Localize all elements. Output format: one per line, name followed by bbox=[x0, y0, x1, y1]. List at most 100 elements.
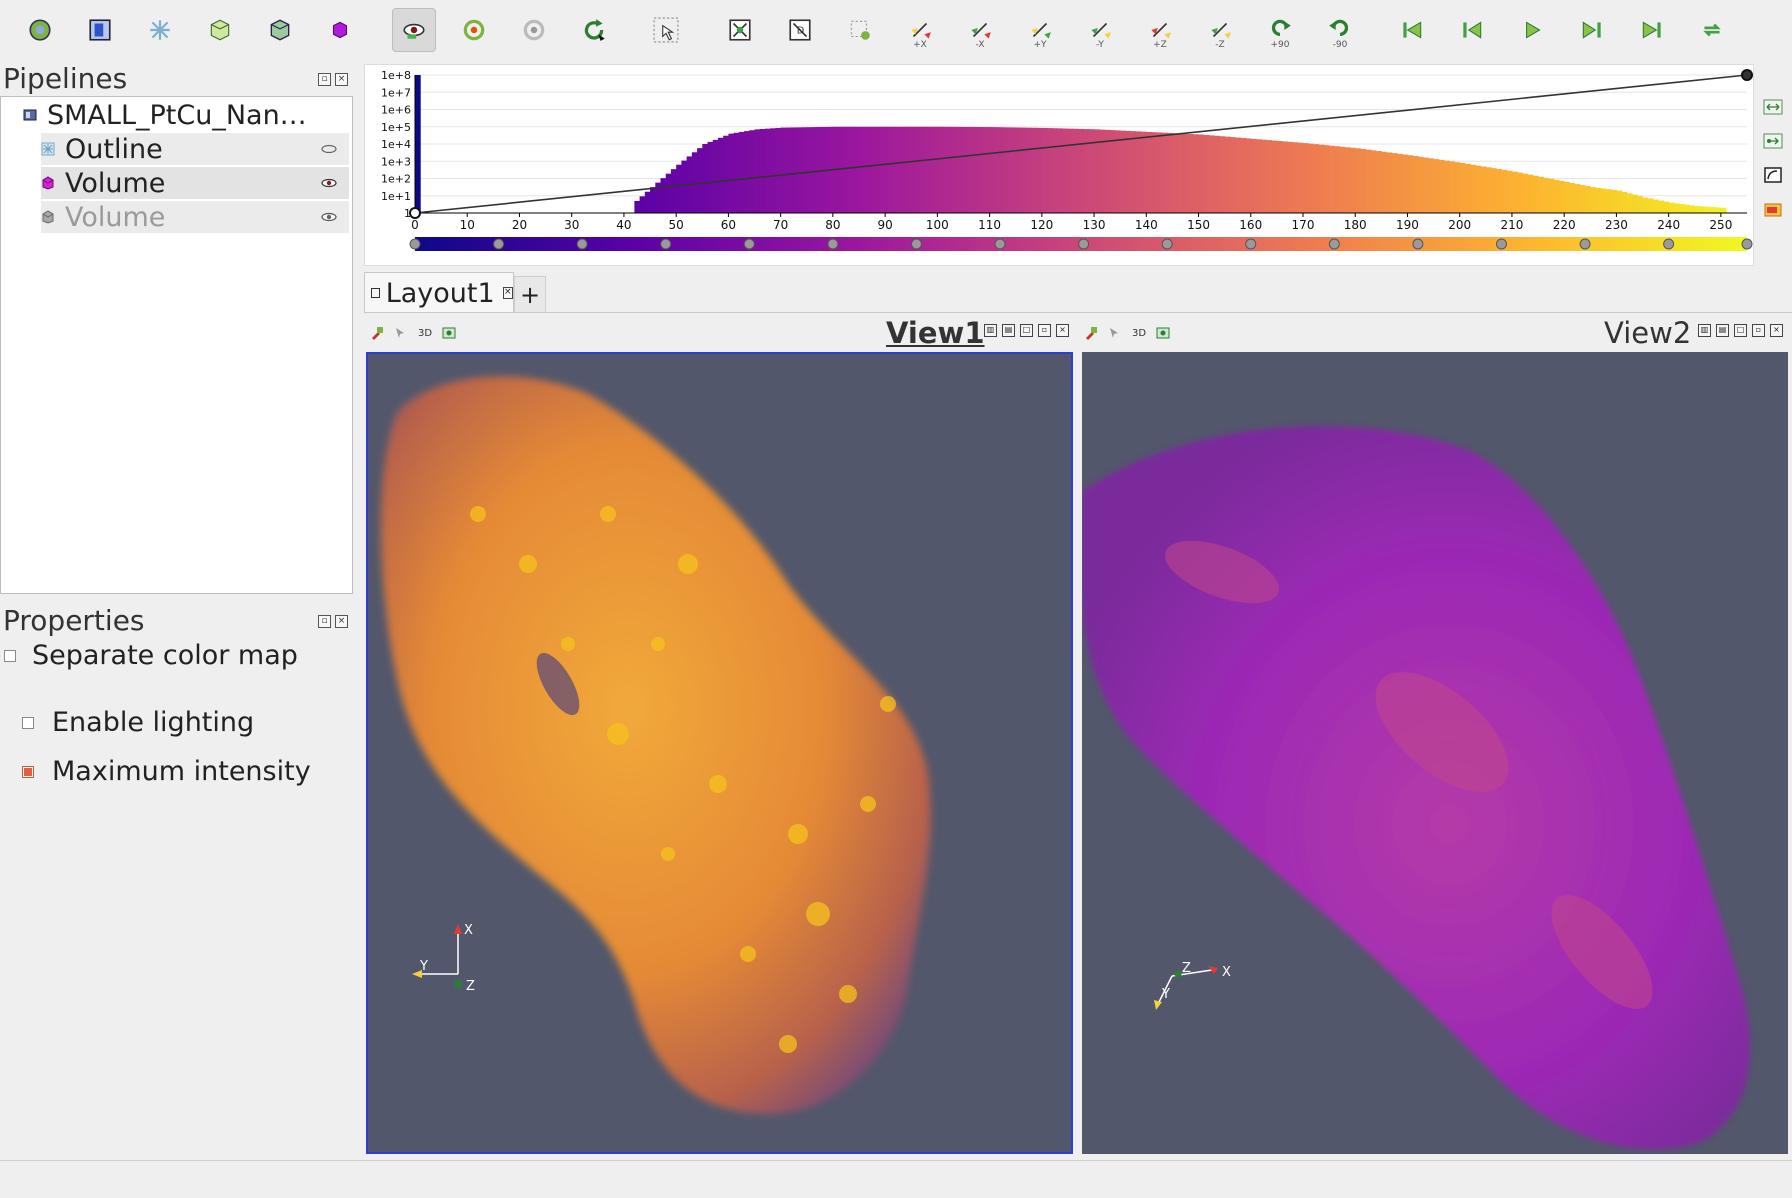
colormap-node[interactable] bbox=[1161, 238, 1173, 250]
separate-color-map-checkbox[interactable] bbox=[4, 649, 16, 662]
zoom-fit-button[interactable] bbox=[718, 8, 762, 52]
tab-layout1[interactable]: Layout1 × bbox=[364, 272, 514, 313]
pipeline-item-outline[interactable]: Outline bbox=[41, 133, 349, 165]
view-select-icon[interactable] bbox=[1108, 326, 1122, 340]
select-points-button[interactable] bbox=[838, 8, 882, 52]
split-vertical-icon[interactable]: ▤ bbox=[1002, 324, 1015, 337]
split-horizontal-icon[interactable]: ▥ bbox=[984, 324, 997, 337]
opacity-control-point[interactable] bbox=[1741, 69, 1753, 81]
rotate-center-button[interactable] bbox=[512, 8, 556, 52]
view-capture-icon[interactable] bbox=[1156, 326, 1170, 340]
add-layout-tab-button[interactable]: + bbox=[514, 276, 546, 314]
view-plus-z-button[interactable]: +Z bbox=[1138, 8, 1182, 52]
colormap-node[interactable] bbox=[1412, 238, 1424, 250]
histogram-bar bbox=[1705, 206, 1711, 213]
previous-frame-button[interactable] bbox=[1450, 8, 1494, 52]
open-data-button[interactable] bbox=[18, 8, 62, 52]
volume-cube-button[interactable] bbox=[318, 8, 362, 52]
outline-representation-button[interactable] bbox=[78, 8, 122, 52]
view-3d-toggle[interactable]: 3D bbox=[1132, 326, 1146, 340]
pipeline-item-source[interactable]: SMALL_PtCu_Nan… bbox=[23, 99, 343, 131]
rescale-custom-icon[interactable] bbox=[1762, 130, 1784, 152]
rescale-range-icon[interactable] bbox=[1762, 96, 1784, 118]
colormap-node[interactable] bbox=[994, 238, 1006, 250]
opacity-control-point[interactable] bbox=[409, 207, 421, 219]
previous-frame-icon bbox=[1463, 21, 1482, 39]
close-icon[interactable]: × bbox=[335, 73, 348, 86]
interact-eye-button[interactable] bbox=[392, 8, 436, 52]
histogram-bar bbox=[1647, 198, 1654, 213]
colormap-node[interactable] bbox=[910, 238, 922, 250]
view2-render-viewport[interactable]: X Y Z bbox=[1082, 352, 1788, 1154]
view-minus-x-button[interactable]: -X bbox=[958, 8, 1002, 52]
colormap-node[interactable] bbox=[1245, 238, 1257, 250]
pipeline-item-volume-1[interactable]: Volume bbox=[41, 167, 349, 199]
close-view-icon[interactable]: × bbox=[1770, 324, 1783, 337]
surface-button[interactable] bbox=[138, 8, 182, 52]
eye-closed-icon[interactable] bbox=[321, 144, 337, 154]
histogram-bar bbox=[691, 152, 698, 213]
histogram-chart[interactable]: 11e+11e+21e+31e+41e+51e+61e+71e+80 10 20 30… bbox=[365, 65, 1753, 265]
close-view-icon[interactable]: × bbox=[1056, 324, 1069, 337]
tab-float-icon[interactable] bbox=[371, 288, 380, 298]
refresh-button[interactable] bbox=[572, 8, 616, 52]
maximize-icon[interactable]: □ bbox=[1734, 324, 1747, 337]
view-capture-icon[interactable] bbox=[442, 326, 456, 340]
first-frame-button[interactable] bbox=[1390, 8, 1434, 52]
maximize-icon[interactable]: □ bbox=[1020, 324, 1033, 337]
view-paint-icon[interactable] bbox=[370, 326, 384, 340]
separate-color-map-row[interactable]: Separate color map bbox=[4, 640, 298, 671]
split-vertical-icon[interactable]: ▤ bbox=[1716, 324, 1729, 337]
tab-close-icon[interactable]: × bbox=[502, 287, 513, 299]
enable-lighting-checkbox[interactable] bbox=[22, 716, 34, 729]
maximum-intensity-checkbox[interactable] bbox=[22, 765, 34, 778]
colormap-node[interactable] bbox=[576, 238, 588, 250]
colormap-node[interactable] bbox=[1078, 238, 1090, 250]
last-frame-button[interactable] bbox=[1630, 8, 1674, 52]
invert-icon[interactable] bbox=[1762, 164, 1784, 186]
view-plus-y-button[interactable]: +Y bbox=[1018, 8, 1062, 52]
view-select-icon[interactable] bbox=[394, 326, 408, 340]
view-plus-x-button[interactable]: +X bbox=[898, 8, 942, 52]
reset-camera-button[interactable] bbox=[452, 8, 496, 52]
colormap-node[interactable] bbox=[660, 238, 672, 250]
colormap-node[interactable] bbox=[409, 238, 421, 250]
histogram-bar bbox=[1198, 134, 1205, 213]
float-icon[interactable]: ▫ bbox=[318, 73, 331, 86]
view-minus-y-button[interactable]: -Y bbox=[1078, 8, 1122, 52]
split-horizontal-icon[interactable]: ▥ bbox=[1698, 324, 1711, 337]
save-preset-icon[interactable] bbox=[1762, 198, 1784, 220]
play-button[interactable] bbox=[1510, 8, 1554, 52]
enable-lighting-row[interactable]: Enable lighting bbox=[22, 707, 254, 738]
transfer-function-editor[interactable]: 1 1e+1 1e+2 1e+3 1e+4 1e+5 1e+6 1e+7 1e+8 0 10 20 30… bbox=[364, 64, 1754, 266]
loop-button[interactable] bbox=[1690, 8, 1734, 52]
colormap-node[interactable] bbox=[1579, 238, 1591, 250]
zoom-data-button[interactable]: D bbox=[778, 8, 822, 52]
colormap-node[interactable] bbox=[743, 238, 755, 250]
histogram-bar bbox=[989, 127, 996, 213]
colormap-node[interactable] bbox=[493, 238, 505, 250]
colormap-node[interactable] bbox=[1328, 238, 1340, 250]
pointer-select-button[interactable] bbox=[644, 8, 688, 52]
close-icon[interactable]: × bbox=[335, 615, 348, 628]
restore-icon[interactable]: ▫ bbox=[1752, 324, 1765, 337]
colormap-node[interactable] bbox=[827, 238, 839, 250]
float-icon[interactable]: ▫ bbox=[318, 615, 331, 628]
eye-visible-icon[interactable] bbox=[321, 212, 337, 222]
view1-render-viewport[interactable]: X Y Z bbox=[366, 352, 1073, 1154]
next-frame-button[interactable] bbox=[1570, 8, 1614, 52]
cube-green-button[interactable] bbox=[198, 8, 242, 52]
eye-visible-icon[interactable] bbox=[321, 178, 337, 188]
rotate-plus-90-button[interactable]: +90 bbox=[1258, 8, 1302, 52]
maximum-intensity-row[interactable]: Maximum intensity bbox=[22, 756, 311, 787]
view-minus-z-button[interactable]: -Z bbox=[1198, 8, 1242, 52]
view-paint-icon[interactable] bbox=[1084, 326, 1098, 340]
rotate-minus-90-button[interactable]: -90 bbox=[1318, 8, 1362, 52]
colormap-node[interactable] bbox=[1741, 238, 1753, 250]
pipeline-item-volume-2[interactable]: Volume bbox=[41, 201, 349, 233]
wireframe-cube-button[interactable] bbox=[258, 8, 302, 52]
restore-icon[interactable]: ▫ bbox=[1038, 324, 1051, 337]
colormap-node[interactable] bbox=[1495, 238, 1507, 250]
view-3d-toggle[interactable]: 3D bbox=[418, 326, 432, 340]
colormap-node[interactable] bbox=[1663, 238, 1675, 250]
